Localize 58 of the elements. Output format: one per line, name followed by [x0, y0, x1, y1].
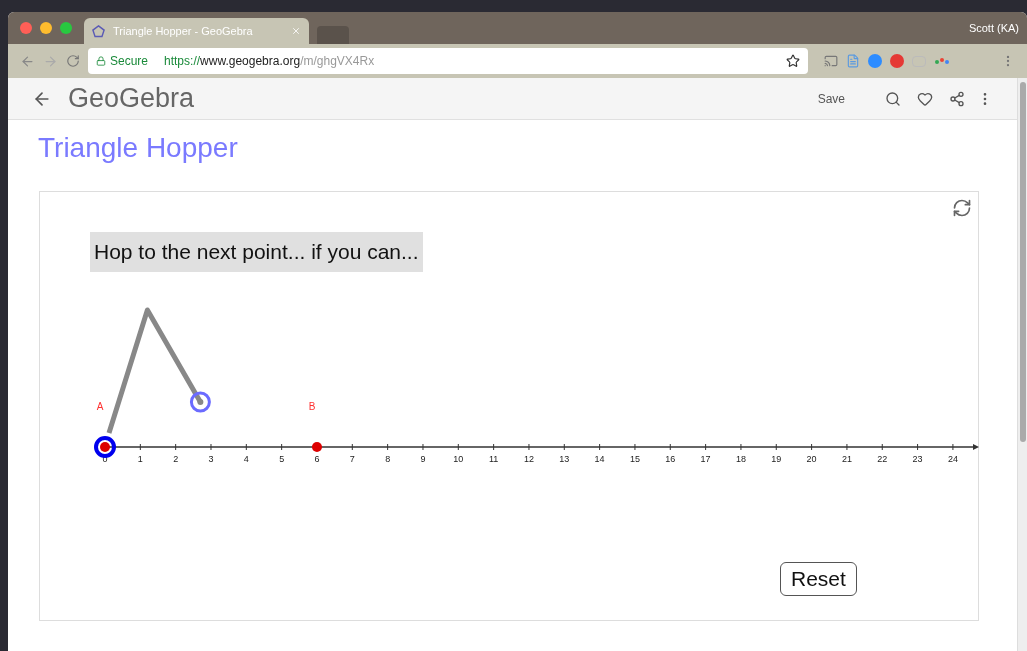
tick-label: 19: [771, 454, 782, 464]
address-bar[interactable]: Secure https://www.geogebra.org/m/ghgVX4Rx: [88, 48, 808, 74]
refresh-icon[interactable]: [952, 198, 972, 218]
back-icon[interactable]: [20, 53, 35, 69]
tick-label: 24: [947, 454, 958, 464]
tick-label: 6: [314, 454, 320, 464]
tick-label: 15: [629, 454, 640, 464]
colored-dots-icon[interactable]: [934, 57, 950, 65]
cast-icon[interactable]: [824, 54, 838, 68]
tick-label: 23: [912, 454, 923, 464]
tick-label: 2: [173, 454, 179, 464]
share-icon[interactable]: [949, 90, 965, 107]
tick-label: 12: [523, 454, 534, 464]
url-text: https://www.geogebra.org/m/ghgVX4Rx: [164, 53, 375, 70]
tick-label: 16: [665, 454, 676, 464]
tab-title: Triangle Hopper - GeoGebra: [113, 23, 253, 39]
tick-label: 11: [488, 454, 499, 464]
tick-label: 22: [877, 454, 888, 464]
scrollbar[interactable]: [1017, 78, 1027, 651]
reset-button[interactable]: Reset: [780, 562, 857, 596]
search-icon[interactable]: [885, 90, 901, 107]
document-icon[interactable]: [846, 54, 860, 68]
forward-icon[interactable]: [43, 53, 58, 69]
secure-label: Secure: [110, 53, 149, 70]
tick-label: 8: [385, 454, 391, 464]
page-title: Triangle Hopper: [38, 134, 239, 162]
tick-label: 20: [806, 454, 817, 464]
profile-name[interactable]: Scott (KA): [968, 19, 1019, 37]
point-label: B: [308, 401, 316, 412]
tick-label: 5: [279, 454, 285, 464]
close-tab-icon[interactable]: [291, 26, 301, 36]
tick-label: 4: [243, 454, 249, 464]
reload-icon[interactable]: [66, 54, 80, 68]
tick-label: 14: [594, 454, 605, 464]
tick-label: 21: [841, 454, 852, 464]
prompt-text: Hop to the next point... if you can...: [90, 232, 423, 272]
selected-point[interactable]: [94, 436, 116, 458]
tick-label: 7: [349, 454, 355, 464]
pentagon-icon: [92, 24, 105, 38]
heart-icon[interactable]: [917, 90, 933, 107]
video-extension-icon[interactable]: [868, 54, 882, 68]
minimize-window-button[interactable]: [40, 22, 52, 34]
tick-label: 3: [208, 454, 214, 464]
maximize-window-button[interactable]: [60, 22, 72, 34]
point-label: A: [96, 401, 104, 412]
close-window-button[interactable]: [20, 22, 32, 34]
extension-icon[interactable]: [890, 54, 904, 68]
geogebra-logo[interactable]: GeoGebra: [68, 85, 195, 112]
tick-label: 18: [735, 454, 746, 464]
save-button[interactable]: Save: [809, 89, 853, 108]
tick-label: 10: [453, 454, 464, 464]
bookmark-star-icon[interactable]: [786, 54, 800, 68]
point[interactable]: [312, 442, 322, 452]
lock-icon: [96, 56, 106, 66]
tick-label: 17: [700, 454, 711, 464]
tick-label: 9: [420, 454, 426, 464]
tick-label: 1: [137, 454, 143, 464]
tick-label: 13: [559, 454, 570, 464]
